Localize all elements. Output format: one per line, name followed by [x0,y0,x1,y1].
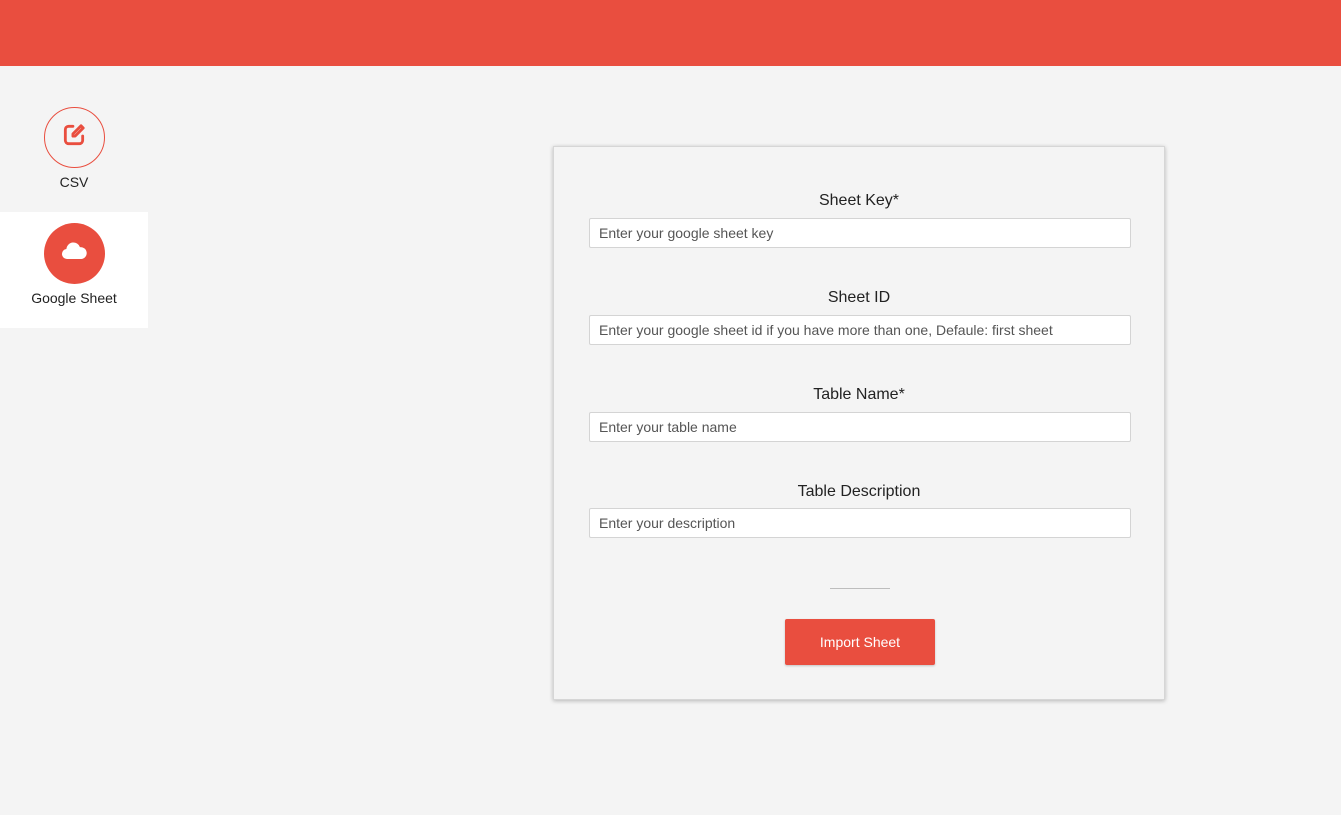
sheet-key-input[interactable] [589,218,1131,248]
table-description-input[interactable] [589,508,1131,538]
edit-icon [61,122,87,153]
cloud-icon [60,241,88,266]
source-sidebar: CSV Google Sheet [0,96,148,328]
table-name-label: Table Name* [813,386,905,403]
top-app-bar [0,0,1341,66]
form-divider [830,588,890,589]
table-name-input[interactable] [589,412,1131,442]
sidebar-item-label: CSV [59,174,89,190]
sheet-key-label: Sheet Key* [818,192,900,209]
csv-icon-circle [43,107,105,168]
sheet-id-input[interactable] [589,315,1131,345]
import-sheet-form: Sheet Key* Sheet ID Table Name* Table De… [553,146,1165,700]
google-sheet-icon-circle [43,223,105,284]
import-sheet-button[interactable]: Import Sheet [785,619,935,665]
table-description-label: Table Description [797,483,921,500]
sidebar-item-csv[interactable]: CSV [0,96,148,212]
sidebar-item-label: Google Sheet [31,290,117,306]
sidebar-item-google-sheet[interactable]: Google Sheet [0,212,148,328]
sheet-id-label: Sheet ID [827,289,891,306]
